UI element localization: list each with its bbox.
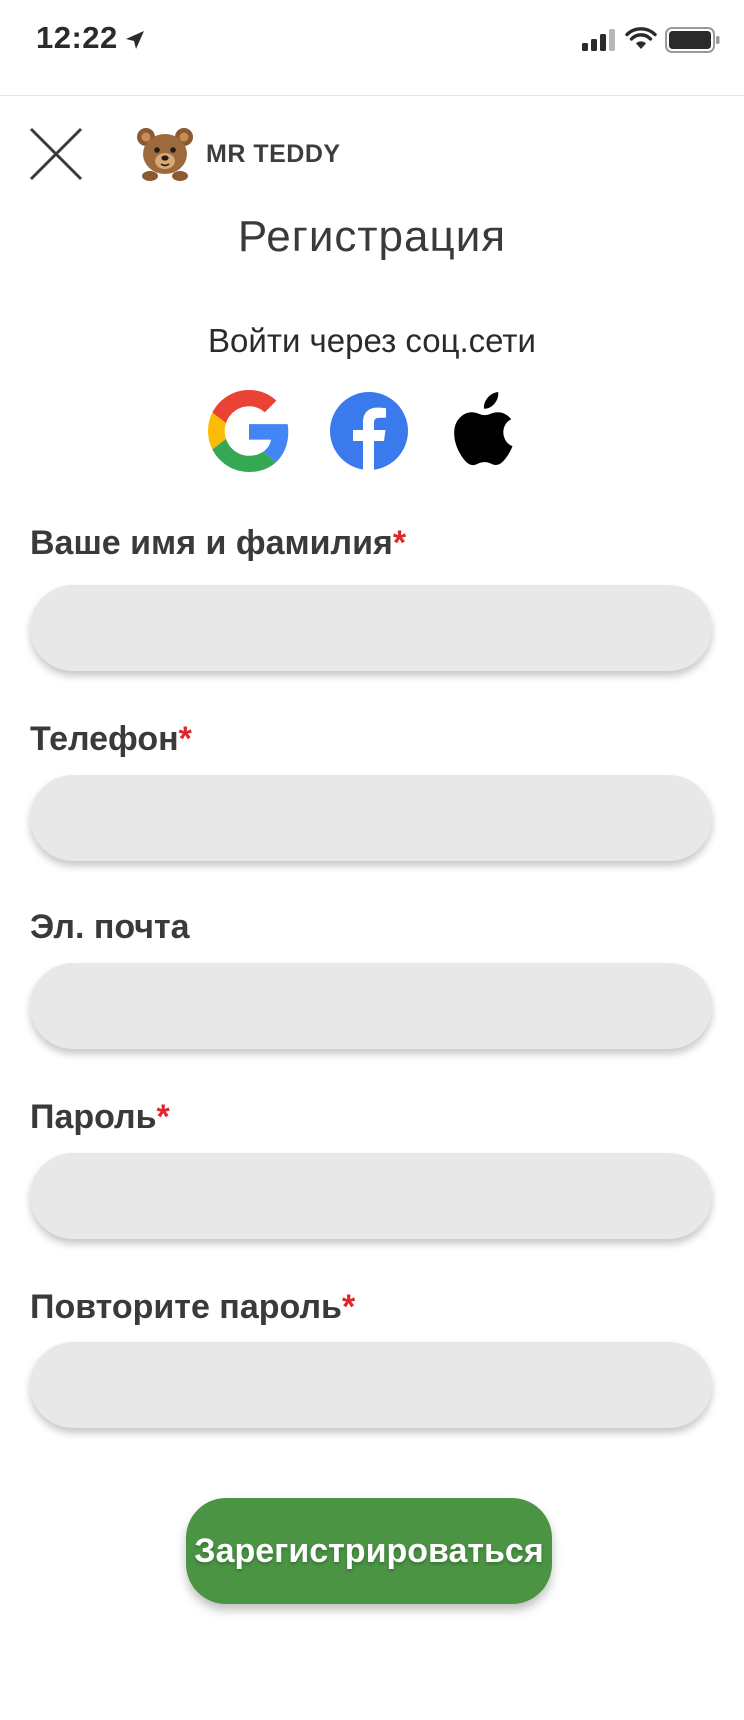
battery-icon [665, 27, 720, 53]
phone-field-label: Телефон* [30, 720, 192, 759]
apple-icon[interactable] [446, 390, 528, 472]
brand-name: MR TEDDY [206, 139, 341, 168]
required-marker: * [156, 1098, 170, 1136]
phone-field-label-text: Телефон [30, 720, 179, 758]
cellular-signal-icon [582, 29, 615, 51]
name-field-label-text: Ваше имя и фамилия [30, 524, 393, 562]
password-field-label: Пароль* [30, 1098, 170, 1137]
email-input[interactable] [30, 963, 712, 1049]
required-marker: * [392, 524, 407, 562]
name-input[interactable] [30, 585, 712, 671]
status-bar: 12:22 [0, 0, 744, 96]
required-marker: * [341, 1288, 356, 1326]
social-login-heading: Войти через соц.сети [208, 322, 536, 359]
status-time: 12:22 [36, 20, 118, 55]
google-icon[interactable] [208, 390, 290, 472]
wifi-icon [625, 27, 657, 49]
email-field-label-text: Эл. почта [30, 908, 190, 946]
page-title: Регистрация [237, 212, 507, 261]
repeat-password-field-label: Повторите пароль* [30, 1288, 355, 1327]
required-marker: * [178, 720, 192, 758]
location-arrow-icon [126, 31, 144, 49]
repeat-password-field-label-text: Повторите пароль [30, 1288, 342, 1326]
email-field-label: Эл. почта [30, 908, 190, 947]
repeat-password-input[interactable] [30, 1342, 712, 1428]
close-icon[interactable] [28, 126, 84, 182]
teddy-bear-logo [137, 128, 193, 181]
password-input[interactable] [30, 1153, 712, 1239]
phone-input[interactable] [30, 775, 712, 861]
brand[interactable]: MR TEDDY [134, 124, 341, 184]
name-field-label: Ваше имя и фамилия* [30, 524, 406, 563]
password-field-label-text: Пароль [30, 1098, 157, 1136]
social-login-row [0, 390, 744, 472]
register-button[interactable]: Зарегистрироваться [186, 1498, 552, 1604]
facebook-icon[interactable] [328, 390, 410, 472]
